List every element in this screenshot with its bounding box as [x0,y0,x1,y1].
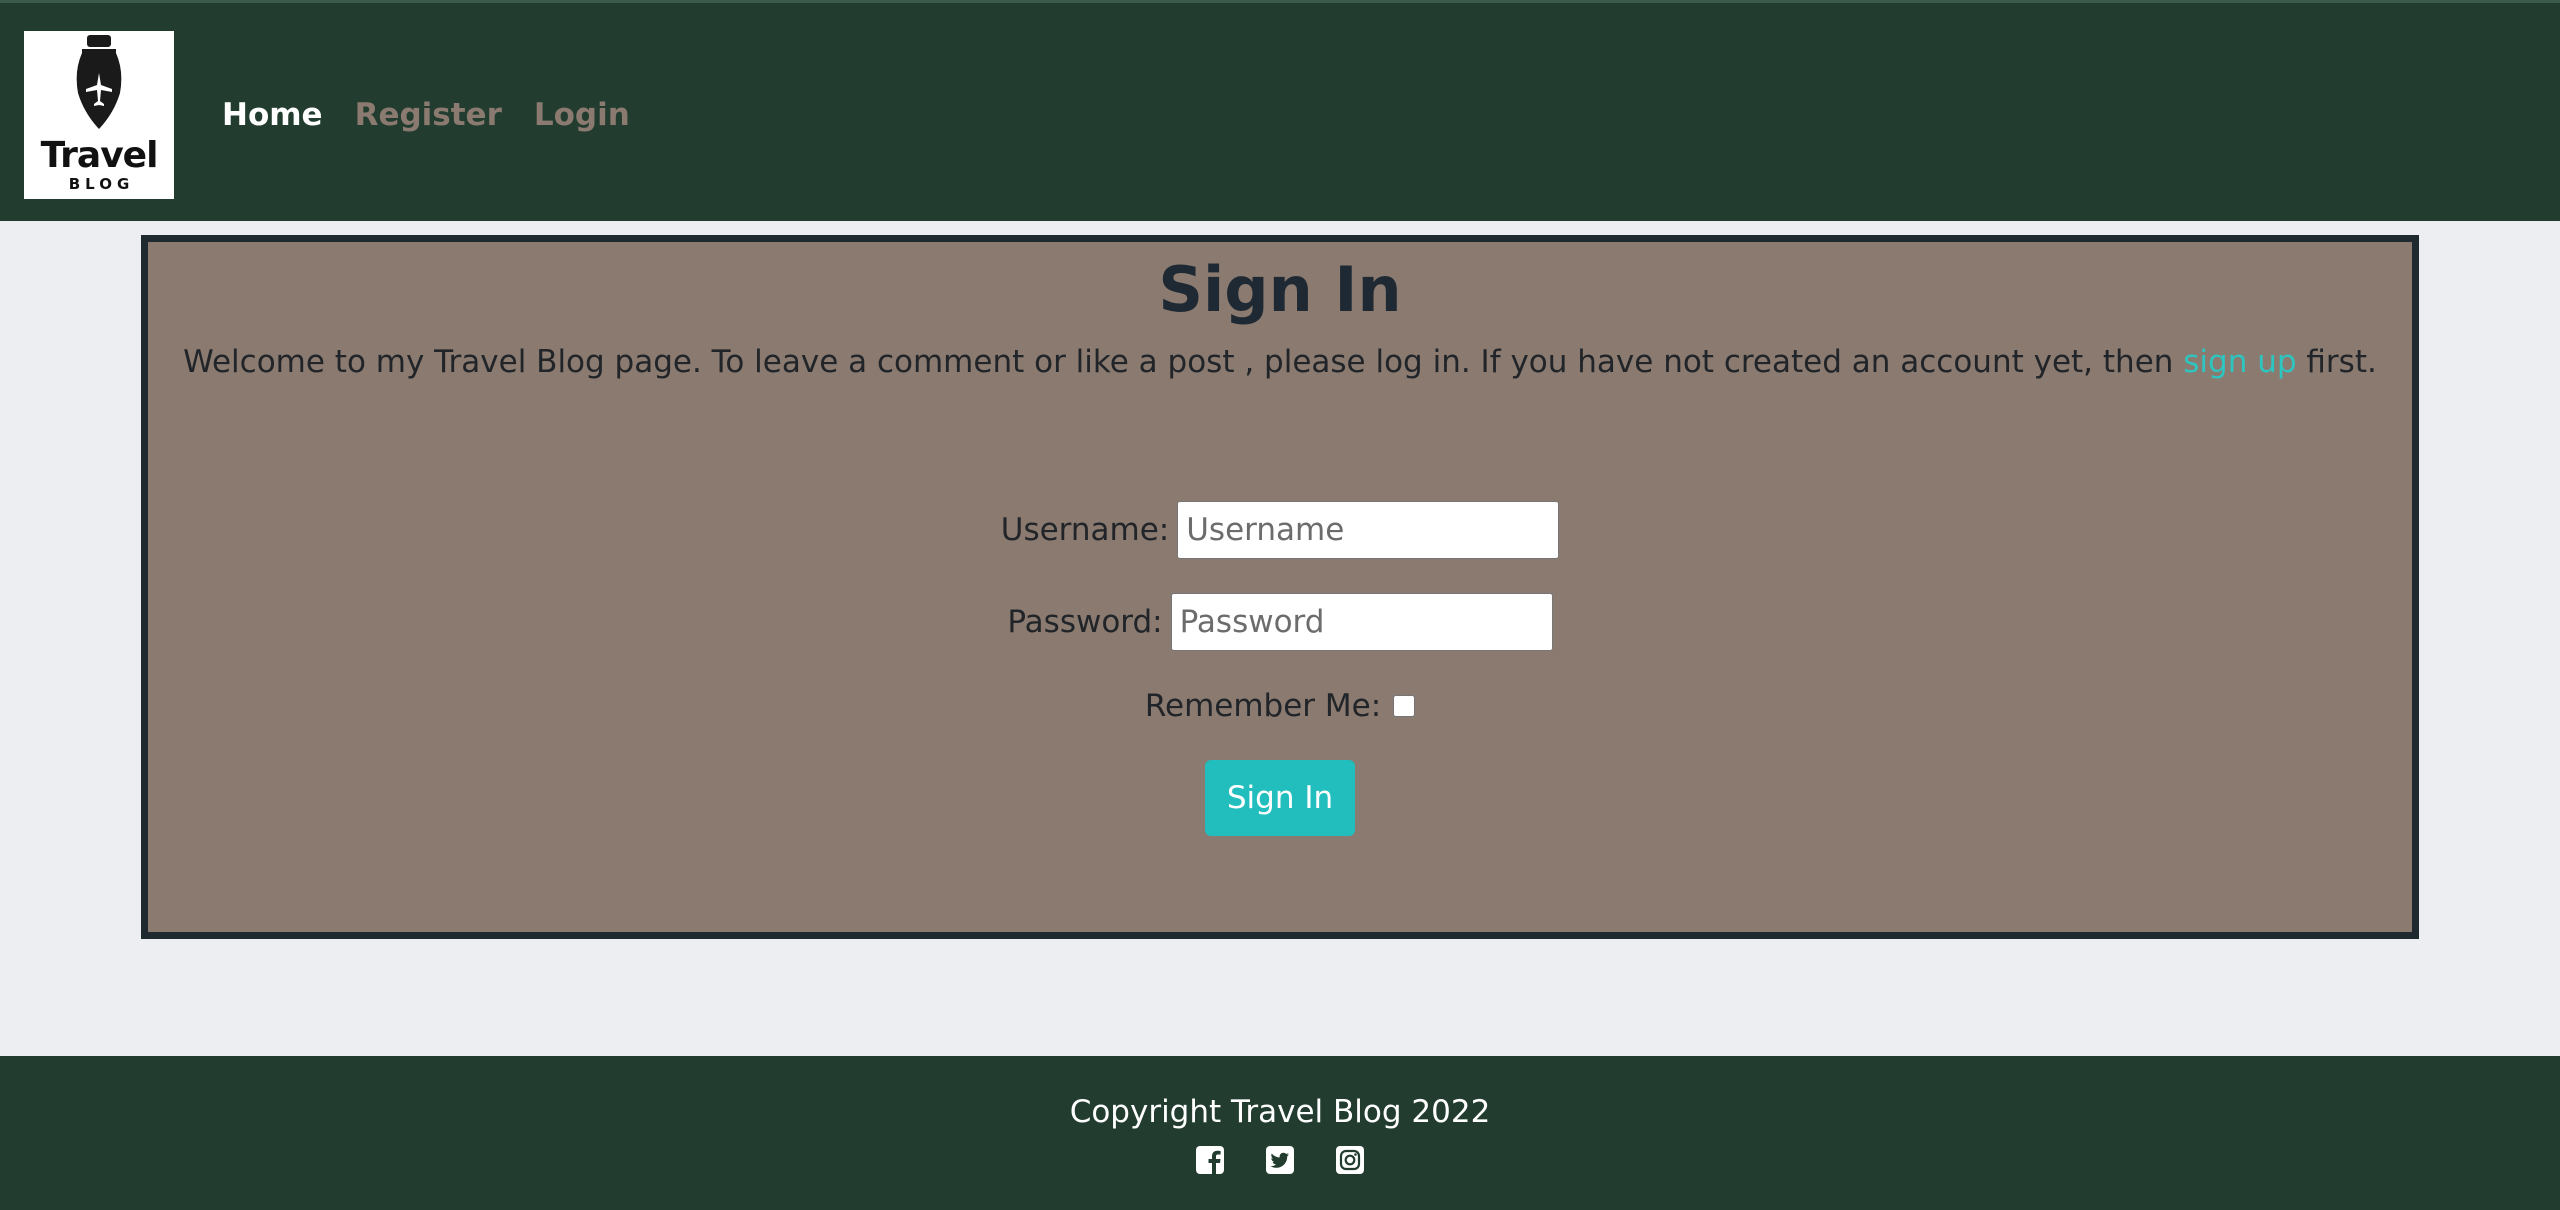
travel-blog-logo[interactable]: Travel BLOG [24,31,174,199]
main-nav: Home Register Login [222,95,630,135]
logo-subtitle: BLOG [68,175,135,193]
instagram-icon[interactable] [1334,1144,1366,1176]
copyright-text: Copyright Travel Blog 2022 [1069,1094,1491,1130]
password-input[interactable] [1170,593,1553,651]
twitter-icon[interactable] [1264,1144,1296,1176]
nav-link-login[interactable]: Login [534,95,630,135]
intro-text-after: first. [2296,344,2377,380]
page-title: Sign In [1158,253,1402,326]
signin-card: Sign In Welcome to my Travel Blog page. … [141,235,2419,939]
remember-me-label: Remember Me: [1144,688,1382,724]
social-links [0,1144,2560,1176]
pen-nib-icon [76,35,122,129]
nav-link-home[interactable]: Home [222,95,323,135]
username-label: Username: [1000,512,1170,548]
button-row: Sign In [148,760,2412,836]
logo-title: Travel [40,135,159,176]
username-row: Username: [148,501,2412,559]
password-row: Password: [148,593,2412,651]
intro-text: Welcome to my Travel Blog page. To leave… [148,338,2412,386]
navbar: Travel BLOG Home Register Login [0,0,2560,221]
nav-link-register[interactable]: Register [355,95,502,135]
intro-text-before: Welcome to my Travel Blog page. To leave… [183,344,2184,380]
sign-up-link[interactable]: sign up [2183,344,2296,380]
password-label: Password: [1007,604,1163,640]
footer: Copyright Travel Blog 2022 [0,1056,2560,1210]
facebook-icon[interactable] [1194,1144,1226,1176]
sign-in-button[interactable]: Sign In [1205,760,1355,836]
remember-me-checkbox[interactable] [1393,695,1416,717]
remember-row: Remember Me: [148,688,2412,724]
username-input[interactable] [1177,501,1560,559]
